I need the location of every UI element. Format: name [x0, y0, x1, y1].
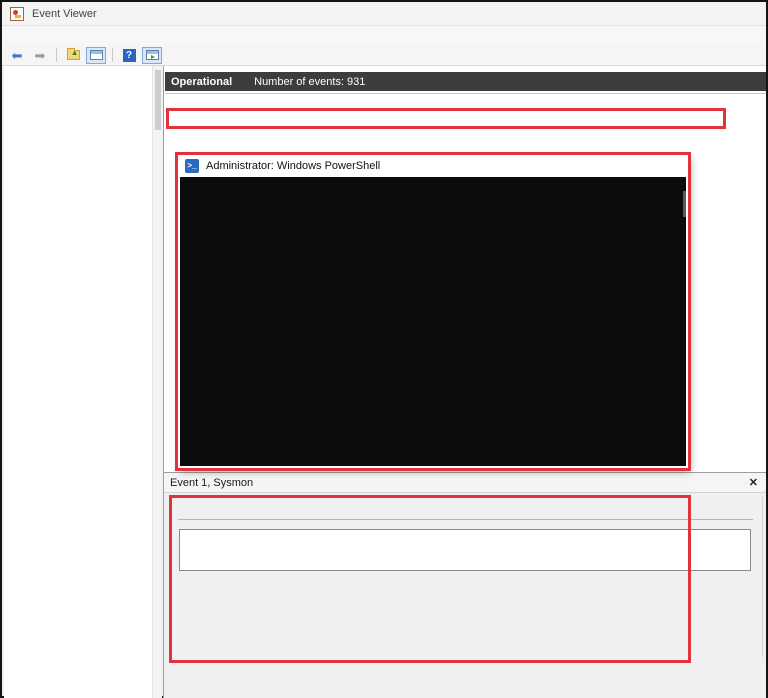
event-count-label: Number of events: 931	[254, 76, 365, 88]
powershell-title-bar[interactable]: >_ Administrator: Windows PowerShell	[178, 155, 688, 177]
show-console-tree-icon[interactable]	[86, 47, 106, 64]
powershell-title: Administrator: Windows PowerShell	[206, 160, 688, 172]
toolbar: ⬅ ➡ ▲ ?	[2, 45, 766, 66]
details-title: Event 1, Sysmon	[170, 477, 749, 489]
menu-bar	[2, 26, 766, 45]
sidebar-scrollbar[interactable]	[152, 66, 162, 698]
powershell-console[interactable]	[180, 177, 686, 466]
console-tree	[4, 66, 152, 698]
forward-arrow-icon[interactable]: ➡	[30, 47, 50, 64]
powershell-icon: >_	[185, 159, 199, 173]
log-header-bar: Operational Number of events: 931	[165, 72, 766, 91]
details-close-icon[interactable]: ✕	[749, 476, 758, 489]
show-action-pane-icon[interactable]	[142, 47, 162, 64]
console-scrollbar-thumb[interactable]	[683, 191, 686, 217]
help-icon[interactable]: ?	[119, 47, 139, 64]
log-name-title: Operational	[171, 76, 232, 88]
toolbar-separator	[112, 48, 113, 62]
event-details-pane: Event 1, Sysmon ✕	[163, 472, 766, 698]
export-log-icon[interactable]: ▲	[63, 47, 83, 64]
tab-divider	[178, 519, 753, 520]
sidebar-scrollbar-thumb[interactable]	[155, 70, 161, 130]
event-description-box	[179, 529, 751, 571]
toolbar-separator	[56, 48, 57, 62]
details-scrollbar[interactable]	[762, 497, 763, 657]
window-title: Event Viewer	[32, 8, 97, 20]
event-viewer-app-icon	[10, 7, 24, 21]
details-header: Event 1, Sysmon ✕	[164, 473, 766, 493]
back-arrow-icon[interactable]: ⬅	[7, 47, 27, 64]
powershell-window[interactable]: >_ Administrator: Windows PowerShell	[178, 155, 688, 468]
title-bar: Event Viewer	[2, 2, 766, 26]
